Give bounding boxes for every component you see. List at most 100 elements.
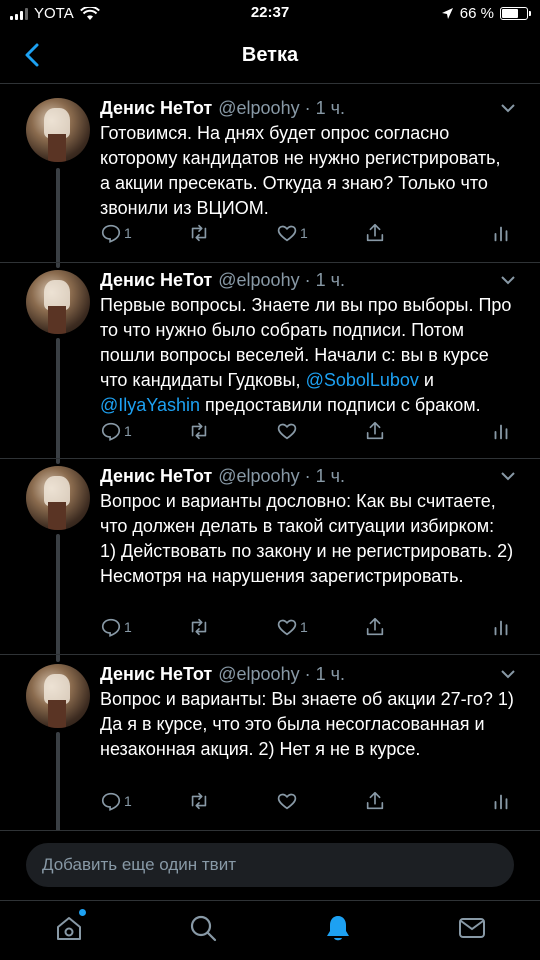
- reply-count: 1: [124, 423, 132, 439]
- chevron-down-icon[interactable]: [498, 466, 518, 486]
- analytics-button[interactable]: [490, 788, 512, 814]
- analytics-bars-icon: [494, 424, 508, 440]
- tab-messages[interactable]: [457, 913, 487, 943]
- retweet-button[interactable]: [188, 220, 210, 246]
- author-handle: @elpoohy · 1 ч.: [218, 98, 345, 118]
- tweet-actions: 1: [100, 418, 520, 444]
- chevron-down-icon[interactable]: [498, 664, 518, 684]
- share-icon: [366, 421, 384, 440]
- author-name[interactable]: Денис НеТот: [100, 98, 212, 118]
- tweet-text: Вопрос и варианты: Вы знаете об акции 27…: [100, 689, 514, 759]
- tweet-text-part: и: [418, 370, 434, 390]
- page-title: Ветка: [241, 44, 299, 66]
- like-button[interactable]: 1: [276, 614, 308, 640]
- share-button[interactable]: [364, 788, 386, 814]
- reply-icon: [101, 224, 121, 243]
- search-icon: [190, 915, 217, 942]
- reply-icon: [101, 618, 121, 637]
- mention-link[interactable]: @IlyaYashin: [100, 395, 200, 415]
- tweet-text: Первые вопросы. Знаете ли вы про выборы.…: [100, 293, 515, 418]
- reply-button[interactable]: 1: [100, 220, 132, 246]
- share-button[interactable]: [364, 614, 386, 640]
- like-count: 1: [300, 619, 308, 635]
- like-button[interactable]: [276, 788, 300, 814]
- author-name[interactable]: Денис НеТот: [100, 270, 212, 290]
- chevron-down-icon[interactable]: [498, 98, 518, 118]
- avatar[interactable]: [26, 466, 90, 530]
- battery-level: [502, 9, 518, 18]
- tweet[interactable]: Денис НеТот @elpoohy · 1 ч. Первые вопрос…: [0, 270, 540, 460]
- reply-icon: [101, 422, 121, 441]
- tweet-text: Вопрос и варианты дословно: Как вы счита…: [100, 491, 514, 586]
- tab-search[interactable]: [188, 913, 218, 943]
- author-name[interactable]: Денис НеТот: [100, 664, 212, 684]
- reply-button[interactable]: 1: [100, 614, 132, 640]
- share-icon: [366, 791, 384, 810]
- tweet-header: Денис НеТот @elpoohy · 1 ч.: [100, 664, 345, 688]
- mention-link[interactable]: @SobolLubov: [306, 370, 419, 390]
- tweet-actions: 1: [100, 788, 520, 814]
- tweet-header: Денис НеТот @elpoohy · 1 ч.: [100, 466, 345, 490]
- status-right: 66 %: [441, 5, 531, 22]
- tab-notifications[interactable]: [323, 913, 353, 943]
- tweet-actions: 1 1: [100, 614, 520, 640]
- analytics-bars-icon: [494, 226, 508, 242]
- tab-home[interactable]: [54, 909, 86, 943]
- divider: [0, 458, 540, 459]
- analytics-bars-icon: [494, 794, 508, 810]
- author-handle: @elpoohy · 1 ч.: [218, 466, 345, 486]
- reply-button[interactable]: 1: [100, 418, 132, 444]
- divider: [0, 654, 540, 655]
- heart-icon: [277, 619, 297, 636]
- analytics-button[interactable]: [490, 220, 512, 246]
- add-tweet-input[interactable]: [26, 843, 514, 887]
- heart-icon: [277, 423, 297, 440]
- like-count: 1: [300, 225, 308, 241]
- analytics-button[interactable]: [490, 418, 512, 444]
- retweet-button[interactable]: [188, 418, 210, 444]
- reply-count: 1: [124, 619, 132, 635]
- avatar[interactable]: [26, 270, 90, 334]
- like-button[interactable]: 1: [276, 220, 308, 246]
- retweet-icon: [191, 422, 207, 440]
- author-handle: @elpoohy · 1 ч.: [218, 270, 345, 290]
- author-handle: @elpoohy · 1 ч.: [218, 664, 345, 684]
- heart-icon: [277, 225, 297, 242]
- avatar[interactable]: [26, 664, 90, 728]
- tweet-header: Денис НеТот @elpoohy · 1 ч.: [100, 270, 345, 294]
- home-icon: [57, 917, 81, 940]
- status-bar: YOTA 22:37 66 %: [0, 0, 540, 30]
- chevron-down-icon[interactable]: [498, 270, 518, 290]
- analytics-bars-icon: [494, 620, 508, 636]
- tweet[interactable]: Денис НеТот @elpoohy · 1 ч. Готовимся. На…: [0, 98, 540, 258]
- avatar[interactable]: [26, 98, 90, 162]
- share-button[interactable]: [364, 220, 386, 246]
- tweet-text-part: предоставили подписи с браком.: [199, 395, 481, 415]
- tweet[interactable]: Денис НеТот @elpoohy · 1 ч. Вопрос и вари…: [0, 664, 540, 834]
- retweet-icon: [191, 792, 207, 810]
- messages-envelope-icon: [459, 918, 485, 938]
- analytics-button[interactable]: [490, 614, 512, 640]
- navigation-header: Ветка: [0, 30, 540, 84]
- author-name[interactable]: Денис НеТот: [100, 466, 212, 486]
- retweet-icon: [191, 618, 207, 636]
- share-icon: [366, 617, 384, 636]
- reply-count: 1: [124, 793, 132, 809]
- reply-count: 1: [124, 225, 132, 241]
- battery-percent: 66 %: [459, 5, 494, 22]
- retweet-button[interactable]: [188, 788, 210, 814]
- share-icon: [366, 223, 384, 242]
- retweet-button[interactable]: [188, 614, 210, 640]
- like-button[interactable]: [276, 418, 300, 444]
- reply-button[interactable]: 1: [100, 788, 132, 814]
- reply-icon: [101, 792, 121, 811]
- divider: [0, 262, 540, 263]
- share-button[interactable]: [364, 418, 386, 444]
- new-content-dot: [79, 909, 86, 916]
- notifications-bell-icon: [327, 916, 349, 941]
- battery-icon: [500, 7, 531, 20]
- tweet-actions: 1 1: [100, 220, 520, 246]
- tweet-header: Денис НеТот @elpoohy · 1 ч.: [100, 98, 345, 122]
- tab-bar: [0, 900, 540, 960]
- tweet[interactable]: Денис НеТот @elpoohy · 1 ч. Вопрос и вари…: [0, 466, 540, 656]
